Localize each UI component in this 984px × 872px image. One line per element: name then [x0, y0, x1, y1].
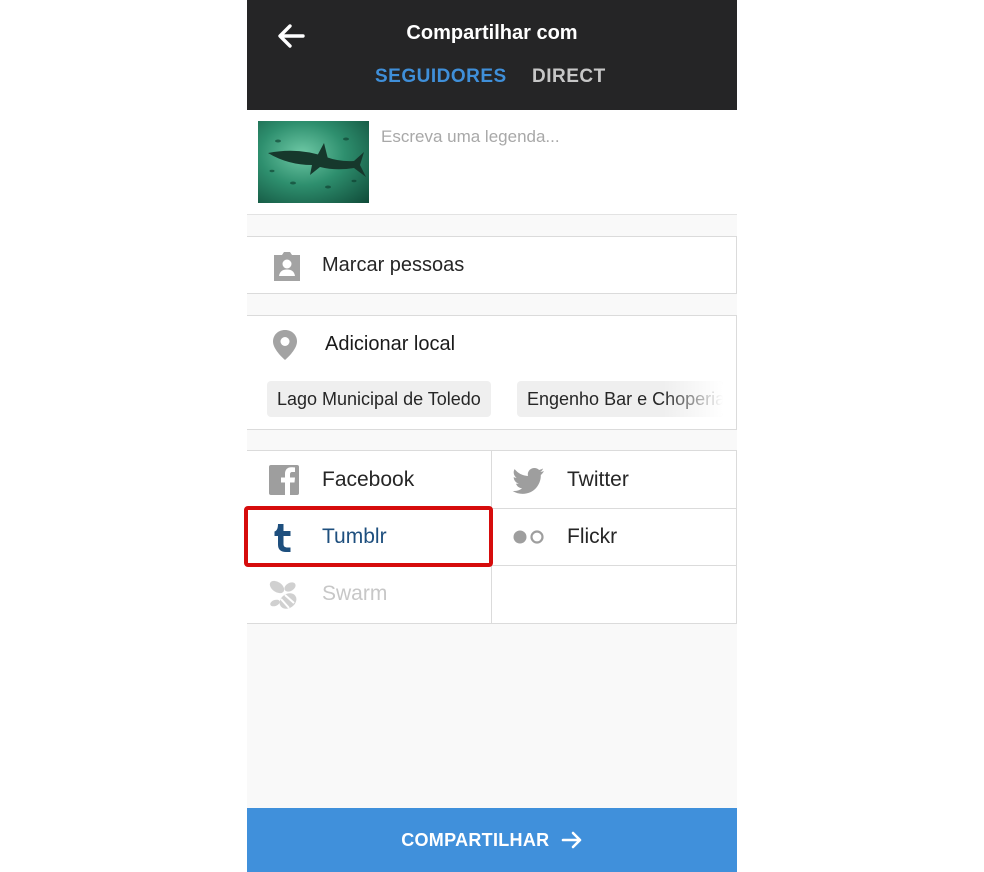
page-title: Compartilhar com — [406, 22, 578, 44]
tag-people-row[interactable]: Marcar pessoas — [247, 236, 737, 294]
share-facebook-label: Facebook — [322, 468, 415, 491]
location-chip[interactable]: Engenho Bar e Choperia — [517, 381, 723, 417]
tab-followers[interactable]: SEGUIDORES — [375, 66, 507, 88]
twitter-icon — [512, 468, 544, 494]
arrow-right-icon — [561, 831, 582, 849]
share-twitter-toggle[interactable]: Twitter — [492, 451, 736, 507]
share-screen: Compartilhar com SEGUIDORES DIRECT Marca… — [247, 0, 737, 872]
photo-thumbnail — [258, 121, 369, 203]
swarm-icon — [269, 580, 297, 609]
tumblr-icon — [274, 524, 291, 552]
caption-section — [247, 110, 737, 215]
chip-fade — [663, 381, 723, 417]
add-location-label: Adicionar local — [325, 333, 456, 355]
header-bar: Compartilhar com SEGUIDORES DIRECT — [247, 0, 737, 110]
add-location-row[interactable]: Adicionar local — [247, 315, 737, 372]
share-button-label: COMPARTILHAR — [401, 830, 550, 850]
tab-direct[interactable]: DIRECT — [532, 66, 606, 88]
share-facebook-toggle[interactable]: Facebook — [247, 451, 491, 507]
share-twitter-label: Twitter — [567, 468, 629, 491]
share-tumblr-toggle[interactable]: Tumblr — [247, 508, 491, 564]
share-flickr-toggle[interactable]: Flickr — [492, 508, 736, 564]
share-tumblr-label: Tumblr — [322, 525, 387, 548]
share-swarm-label: Swarm — [322, 582, 388, 605]
tag-people-label: Marcar pessoas — [322, 254, 465, 276]
location-pin-icon — [273, 330, 297, 360]
facebook-icon — [269, 465, 299, 495]
share-button[interactable]: COMPARTILHAR — [247, 808, 737, 872]
person-tag-icon — [274, 252, 300, 281]
share-targets-grid: Facebook Twitter Tumblr Flickr Swarm — [247, 450, 737, 624]
share-flickr-label: Flickr — [567, 525, 618, 548]
location-chip[interactable]: Lago Municipal de Toledo — [267, 381, 491, 417]
share-swarm-toggle[interactable]: Swarm — [247, 565, 491, 621]
caption-input[interactable] — [381, 124, 721, 150]
location-suggestions: Lago Municipal de Toledo Engenho Bar e C… — [247, 371, 737, 430]
flickr-icon — [513, 530, 544, 544]
